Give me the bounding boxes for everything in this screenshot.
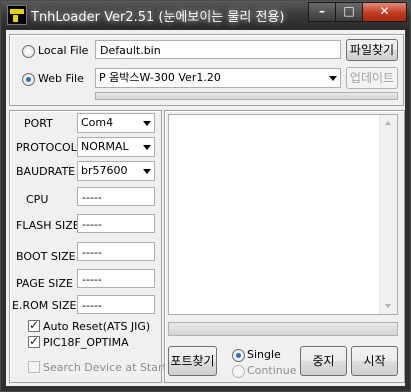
erom-size-label: E.ROM SIZE [12, 299, 77, 312]
minimize-button[interactable]: – [308, 2, 336, 22]
port-select[interactable]: Com4 [77, 113, 155, 133]
app-window: TnhLoader Ver2.51 (눈에보이는 물리 전용) – □ ✕ Lo… [0, 0, 411, 392]
auto-reset-checkbox[interactable] [28, 318, 40, 332]
pic18f-optima-checkbox[interactable] [28, 334, 40, 348]
download-progress-bar [95, 92, 398, 100]
port-find-button[interactable]: 포트찾기 [168, 346, 217, 376]
search-device-label[interactable]: Search Device at Start [43, 361, 167, 374]
protocol-select-value: NORMAL [81, 140, 129, 153]
port-label: PORT [24, 117, 53, 130]
source-panel: Local File Default.bin 파일찾기 Web File P 옴… [9, 34, 404, 106]
continue-radio[interactable] [232, 365, 245, 378]
baudrate-select-value: br57600 [81, 164, 128, 177]
find-file-button[interactable]: 파일찾기 [346, 39, 398, 61]
stop-button[interactable]: 중지 [300, 346, 347, 376]
local-file-radio[interactable] [22, 45, 35, 58]
flash-size-label: FLASH SIZE [16, 219, 80, 232]
app-icon [7, 5, 27, 25]
cpu-label: CPU [26, 193, 49, 206]
log-panel: 포트찾기 Single Continue 중지 시작 [164, 110, 405, 383]
chevron-down-icon [143, 169, 151, 174]
page-size-label: PAGE SIZE [16, 277, 73, 290]
protocol-label: PROTOCOL [16, 141, 77, 154]
client-area: Local File Default.bin 파일찾기 Web File P 옴… [6, 30, 405, 386]
single-label[interactable]: Single [247, 348, 281, 361]
port-select-value: Com4 [81, 116, 114, 129]
write-progress-bar [168, 322, 398, 336]
web-file-select-value: P 옴박스W-300 Ver1.20 [99, 71, 221, 84]
local-file-path-field[interactable]: Default.bin [95, 40, 341, 59]
pic18f-optima-label[interactable]: PIC18F_OPTIMA [43, 336, 129, 349]
baudrate-select[interactable]: br57600 [77, 161, 155, 181]
log-list[interactable] [168, 114, 398, 315]
maximize-button[interactable]: □ [335, 2, 363, 22]
search-device-checkbox[interactable] [28, 361, 40, 373]
web-file-radio[interactable] [22, 73, 35, 86]
scroll-down-icon[interactable] [385, 304, 391, 308]
web-file-label[interactable]: Web File [38, 72, 84, 85]
chevron-down-icon [143, 145, 151, 150]
protocol-select[interactable]: NORMAL [77, 137, 155, 157]
baudrate-label: BAUDRATE [16, 165, 76, 178]
start-button[interactable]: 시작 [351, 346, 398, 376]
continue-label[interactable]: Continue [247, 364, 296, 377]
log-scrollbar[interactable] [379, 115, 397, 314]
web-file-select[interactable]: P 옴박스W-300 Ver1.20 [95, 68, 341, 88]
local-file-label[interactable]: Local File [38, 44, 88, 57]
close-button[interactable]: ✕ [362, 2, 407, 22]
boot-size-field: ----- [77, 242, 155, 261]
flash-size-field: ----- [77, 214, 155, 233]
title-bar[interactable]: TnhLoader Ver2.51 (눈에보이는 물리 전용) – □ ✕ [1, 1, 410, 29]
page-size-field: ----- [77, 269, 155, 288]
chevron-down-icon [143, 121, 151, 126]
scroll-up-icon[interactable] [385, 121, 391, 125]
chevron-down-icon [329, 76, 337, 81]
cpu-field: ----- [77, 187, 155, 206]
erom-size-field: ----- [77, 295, 155, 314]
auto-reset-label[interactable]: Auto Reset(ATS JIG) [43, 320, 150, 333]
settings-panel: PORT Com4 PROTOCOL NORMAL BAUDRATE br576… [9, 110, 167, 383]
update-button[interactable]: 업데이트 [346, 67, 398, 89]
single-radio[interactable] [232, 349, 245, 362]
window-title: TnhLoader Ver2.51 (눈에보이는 물리 전용) [31, 10, 285, 25]
boot-size-label: BOOT SIZE [16, 250, 76, 263]
